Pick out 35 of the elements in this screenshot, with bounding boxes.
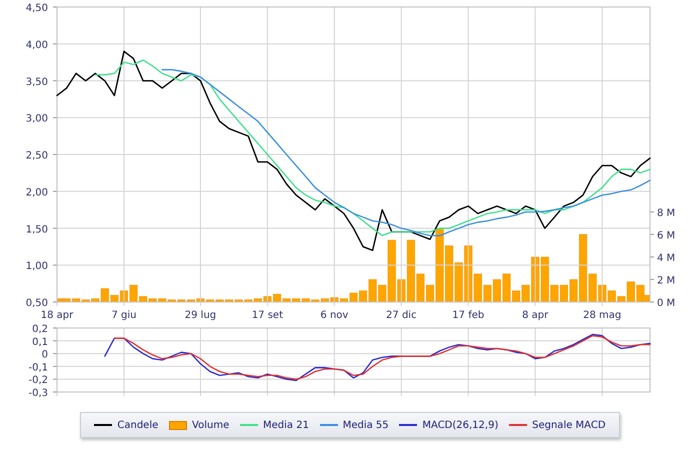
axis-label: -0,3 bbox=[28, 388, 48, 399]
axis-label: 1,50 bbox=[26, 224, 48, 236]
axis-label: 8 M bbox=[657, 208, 676, 219]
axis-label: 0 bbox=[42, 350, 48, 361]
legend-label: Media 55 bbox=[342, 418, 389, 432]
axis-label: 7 giu bbox=[111, 310, 136, 321]
axis-label: 0,2 bbox=[32, 324, 48, 335]
axis-label: 1,00 bbox=[26, 261, 48, 272]
axis-label: 6 M bbox=[657, 230, 676, 242]
axis-label: 0 M bbox=[657, 298, 676, 309]
axis-label: 2,00 bbox=[26, 187, 48, 198]
axis-label: 3,00 bbox=[26, 114, 48, 125]
axis-label: -0,2 bbox=[28, 375, 48, 386]
axis-label: 0,1 bbox=[32, 336, 48, 348]
axis-label: 4 M bbox=[657, 252, 676, 264]
axis-label: 4,50 bbox=[26, 3, 48, 14]
axis-label: 29 lug bbox=[184, 310, 216, 321]
axis-label: 0,50 bbox=[26, 298, 48, 309]
axis-label: 28 mag bbox=[583, 310, 622, 321]
legend-label: Candele bbox=[117, 418, 158, 432]
axis-label: 27 dic bbox=[386, 310, 417, 321]
axis-label: 17 feb bbox=[452, 310, 484, 321]
legend-label: MACD(26,12,9) bbox=[422, 418, 498, 432]
axis-label: 4,00 bbox=[26, 40, 48, 51]
axis-label: -0,1 bbox=[28, 362, 48, 374]
axis-label: 2 M bbox=[657, 275, 676, 286]
legend-label: Segnale MACD bbox=[532, 418, 606, 432]
legend-label: Media 21 bbox=[263, 418, 309, 432]
axis-label: 18 apr bbox=[40, 310, 74, 321]
axis-label: 3,50 bbox=[26, 76, 48, 88]
axis-label: 2,50 bbox=[26, 150, 48, 162]
axis-label: 8 apr bbox=[522, 310, 548, 321]
legend-label: Volume bbox=[192, 418, 230, 432]
axis-label: 17 set bbox=[252, 310, 284, 321]
axis-label: 6 nov bbox=[320, 310, 348, 321]
